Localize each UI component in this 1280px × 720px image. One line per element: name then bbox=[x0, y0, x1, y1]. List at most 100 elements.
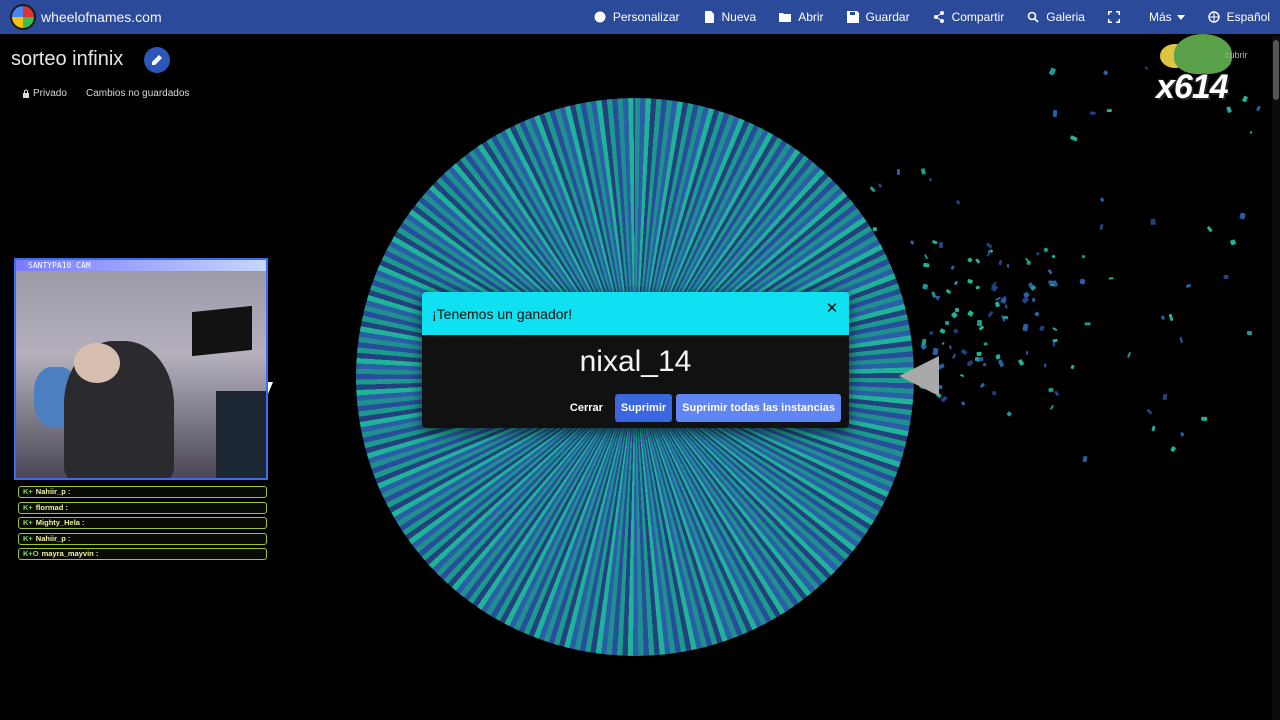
confetti-piece bbox=[1043, 362, 1046, 368]
confetti-piece bbox=[1081, 455, 1088, 463]
chat-message: K+O mayra_mayvin : bbox=[18, 548, 267, 561]
confetti-piece bbox=[966, 257, 973, 263]
confetti-piece bbox=[921, 283, 928, 290]
confetti-piece bbox=[1039, 325, 1046, 332]
gallery-menu-item[interactable]: Galeria bbox=[1026, 10, 1085, 24]
logo[interactable]: wheelofnames.com bbox=[10, 0, 162, 34]
confetti-piece bbox=[928, 177, 933, 182]
confetti-piece bbox=[1108, 277, 1114, 280]
confetti-piece bbox=[985, 241, 993, 248]
new-menu-item[interactable]: Nueva bbox=[702, 10, 756, 24]
logo-wheel-icon bbox=[10, 4, 36, 30]
file-icon bbox=[702, 10, 716, 24]
language-menu-item[interactable]: Español bbox=[1207, 10, 1270, 24]
confetti-piece bbox=[1143, 65, 1149, 71]
chat-badges: K+ bbox=[23, 502, 33, 512]
confetti-piece bbox=[983, 341, 988, 346]
confetti-piece bbox=[1179, 336, 1184, 344]
confetti-piece bbox=[1099, 224, 1104, 231]
confetti-piece bbox=[1005, 305, 1009, 310]
dialog-body: nixal_14 Cerrar Suprimir Suprimir todas … bbox=[422, 335, 849, 428]
confetti-piece bbox=[1169, 313, 1174, 322]
open-menu-item[interactable]: Abrir bbox=[778, 10, 824, 24]
chat-badges: K+ bbox=[23, 518, 33, 528]
language-label: Español bbox=[1226, 10, 1270, 24]
save-label: Guardar bbox=[865, 10, 910, 24]
confetti-piece bbox=[1107, 108, 1113, 112]
dialog-actions: Cerrar Suprimir Suprimir todas las insta… bbox=[562, 394, 841, 422]
remove-all-button[interactable]: Suprimir todas las instancias bbox=[676, 394, 841, 422]
remove-button[interactable]: Suprimir bbox=[614, 394, 673, 422]
open-label: Abrir bbox=[798, 10, 824, 24]
share-icon bbox=[932, 10, 946, 24]
confetti-piece bbox=[1034, 251, 1040, 256]
chat-message: K+ Nahiir_p : bbox=[18, 532, 267, 545]
confetti-piece bbox=[1161, 315, 1166, 320]
confetti-piece bbox=[1005, 411, 1012, 418]
save-menu-item[interactable]: Guardar bbox=[846, 10, 910, 24]
confetti-piece bbox=[997, 359, 1005, 368]
confetti-piece bbox=[975, 285, 980, 290]
winner-name: nixal_14 bbox=[579, 345, 692, 378]
confetti-piece bbox=[1052, 327, 1058, 332]
close-icon[interactable]: ✕ bbox=[825, 300, 839, 317]
confetti-piece bbox=[1070, 365, 1075, 371]
top-navbar: wheelofnames.com Personalizar Nueva Abri… bbox=[0, 0, 1280, 34]
confetti-piece bbox=[982, 363, 987, 367]
wheel-pointer-icon bbox=[899, 356, 939, 396]
scrollbar-thumb[interactable] bbox=[1273, 40, 1279, 100]
confetti-piece bbox=[1206, 225, 1213, 233]
confetti-piece bbox=[994, 301, 1001, 308]
confetti-piece bbox=[1025, 350, 1030, 356]
confetti-piece bbox=[1052, 109, 1058, 117]
privacy-status[interactable]: Privado bbox=[22, 88, 67, 99]
confetti-piece bbox=[959, 348, 968, 356]
webcam-overlay: SANTYPA10 CAM bbox=[14, 258, 268, 480]
confetti-piece bbox=[991, 391, 997, 396]
confetti-piece bbox=[1200, 416, 1207, 421]
main-menu: Personalizar Nueva Abrir Guardar Compart… bbox=[571, 0, 1270, 34]
search-icon bbox=[1026, 10, 1040, 24]
badge-count: x614 bbox=[1156, 68, 1229, 106]
confetti-piece bbox=[929, 330, 934, 335]
confetti-piece bbox=[951, 353, 957, 360]
confetti-piece bbox=[975, 257, 982, 264]
wheel-title: sorteo infinix bbox=[11, 48, 124, 70]
badge-side-text: cubrir bbox=[1225, 50, 1248, 60]
chat-message: K+ Mighty_Hela : bbox=[18, 517, 267, 530]
folder-icon bbox=[778, 10, 792, 24]
edit-title-button[interactable] bbox=[144, 47, 170, 73]
lock-icon bbox=[23, 89, 29, 98]
confetti-piece bbox=[976, 351, 982, 356]
close-button[interactable]: Cerrar bbox=[562, 396, 611, 420]
confetti-piece bbox=[923, 262, 930, 268]
privacy-label: Privado bbox=[33, 88, 67, 99]
confetti-piece bbox=[967, 278, 974, 285]
chat-user: Nahiir_p : bbox=[35, 487, 71, 496]
confetti-piece bbox=[1126, 352, 1132, 359]
more-menu-item[interactable]: Más bbox=[1149, 10, 1185, 24]
confetti-piece bbox=[967, 310, 974, 317]
confetti-piece bbox=[1170, 446, 1176, 453]
customize-menu-item[interactable]: Personalizar bbox=[593, 10, 680, 24]
share-menu-item[interactable]: Compartir bbox=[932, 10, 1004, 24]
chat-user: flormad : bbox=[35, 502, 68, 512]
chat-message: K+ Nahiir_p : bbox=[18, 486, 267, 498]
confetti-piece bbox=[947, 345, 952, 350]
caret-down-icon bbox=[1176, 14, 1185, 20]
confetti-piece bbox=[1146, 408, 1153, 415]
confetti-piece bbox=[953, 328, 959, 334]
confetti-piece bbox=[924, 253, 929, 260]
chat-badges: K+O bbox=[23, 549, 39, 559]
confetti-piece bbox=[932, 347, 939, 356]
confetti-piece bbox=[945, 288, 951, 295]
confetti-piece bbox=[1006, 264, 1010, 269]
confetti-piece bbox=[1085, 322, 1092, 326]
confetti-piece bbox=[975, 356, 980, 361]
winner-dialog: ¡Tenemos un ganador! ✕ nixal_14 Cerrar S… bbox=[422, 292, 849, 428]
chat-user: mayra_mayvin : bbox=[41, 549, 99, 559]
fullscreen-button[interactable] bbox=[1107, 10, 1127, 24]
confetti-piece bbox=[1224, 274, 1229, 279]
scrollbar[interactable] bbox=[1272, 36, 1280, 720]
confetti-piece bbox=[1078, 278, 1085, 285]
